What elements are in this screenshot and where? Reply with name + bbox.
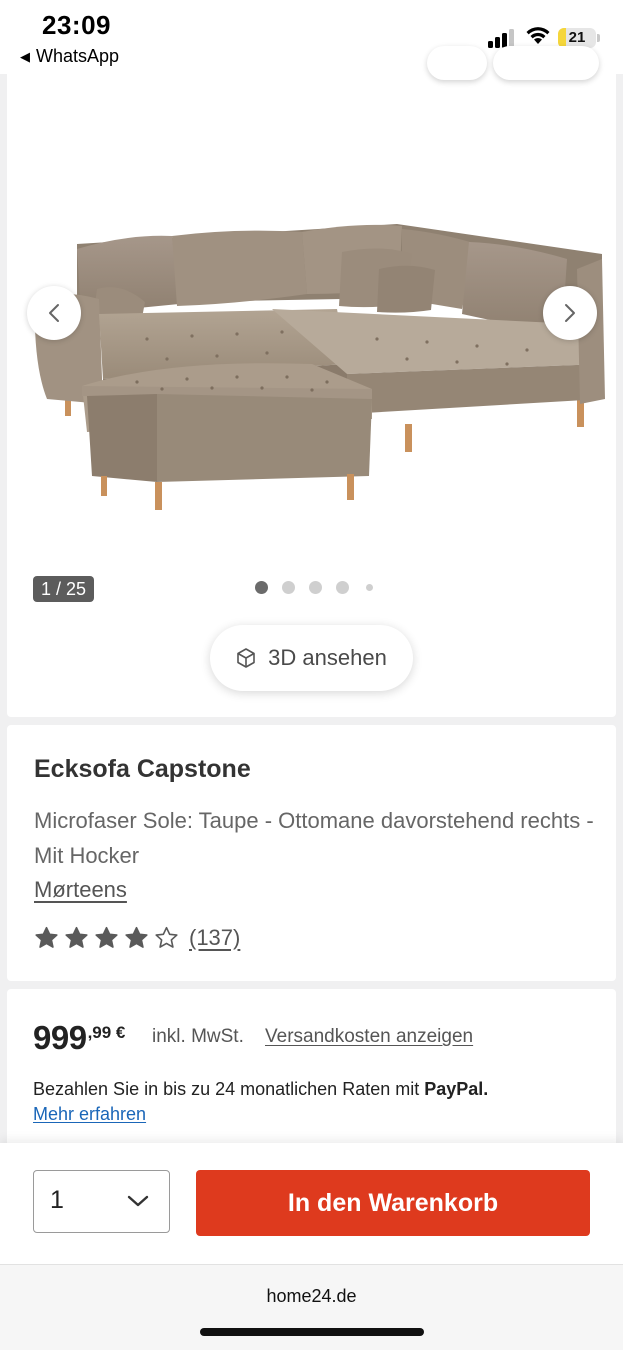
pagination-dot[interactable] [282,581,295,594]
gallery-prev-button[interactable] [27,286,81,340]
price-main: 999 [33,1019,87,1056]
toolbar-pill-right[interactable] [493,46,599,80]
chevron-left-icon [49,304,59,322]
quantity-value: 1 [50,1186,64,1214]
purchase-bar: 1 In den Warenkorb [0,1143,623,1264]
signal-bar [495,37,500,48]
battery-percentage: 21 [568,29,586,46]
pagination-dot[interactable] [336,581,349,594]
star-icon [125,926,148,948]
pagination-dot[interactable] [366,584,373,591]
battery-tip [597,34,600,42]
star-icon [35,926,58,948]
paypal-installments-text: Bezahlen Sie in bis zu 24 monatlichen Ra… [33,1079,488,1100]
home-indicator[interactable] [200,1328,424,1336]
status-time: 23:09 [42,10,111,40]
vat-note: inkl. MwSt. [152,1026,244,1047]
cellular-signal-icon [488,28,518,48]
paypal-brand: PayPal. [424,1079,489,1099]
learn-more-link[interactable]: Mehr erfahren [33,1104,146,1125]
rating[interactable]: (137) [33,925,240,951]
chevron-right-icon [565,304,575,322]
star-icon [155,926,178,948]
view-3d-label: 3D ansehen [268,645,387,670]
toolbar-pill-left[interactable] [427,46,487,80]
price-cents: ,99 € [87,1023,126,1042]
star-icon [65,926,88,948]
star-icon [95,926,118,948]
sofa-image[interactable] [17,214,607,544]
triangle-left-icon: ◀ [20,49,30,64]
shipping-costs-link[interactable]: Versandkosten anzeigen [265,1026,473,1048]
pagination-dot[interactable] [309,581,322,594]
cube-icon [237,648,255,668]
image-counter: 1 / 25 [33,576,95,602]
gallery-next-button[interactable] [543,286,597,340]
gallery-viewport [7,74,616,717]
wifi-icon [526,27,550,44]
product-variant: Microfaser Sole: Taupe - Ottomane davors… [34,808,594,868]
rating-stars [33,925,180,951]
browser-address-bar[interactable]: home24.de [0,1264,623,1350]
paypal-text: Bezahlen Sie in bis zu 24 monatlichen Ra… [33,1079,425,1099]
add-to-cart-button[interactable]: In den Warenkorb [196,1170,590,1236]
review-count-link[interactable]: (137) [189,925,240,951]
product-info: Ecksofa Capstone Microfaser Sole: Taupe … [7,725,616,981]
view-3d-button[interactable]: 3D ansehen [210,625,413,691]
url-text[interactable]: home24.de [0,1286,623,1307]
back-to-app-link[interactable]: ◀ WhatsApp [20,46,119,67]
price-section: 999 ,99 € inkl. MwSt. Versandkosten anze… [7,989,616,1149]
price: 999 ,99 € [33,1019,125,1057]
pagination-dot[interactable] [255,581,268,594]
product-title: Ecksofa Capstone [34,755,251,783]
back-app-label: WhatsApp [36,46,120,66]
battery-indicator: 21 [558,28,596,48]
signal-bar [488,41,493,48]
chevron-down-icon [127,1195,149,1207]
product-gallery: 1 / 25 3D ansehen [7,46,616,717]
quantity-select[interactable]: 1 [33,1170,170,1233]
brand-link[interactable]: Mørteens [34,877,127,903]
